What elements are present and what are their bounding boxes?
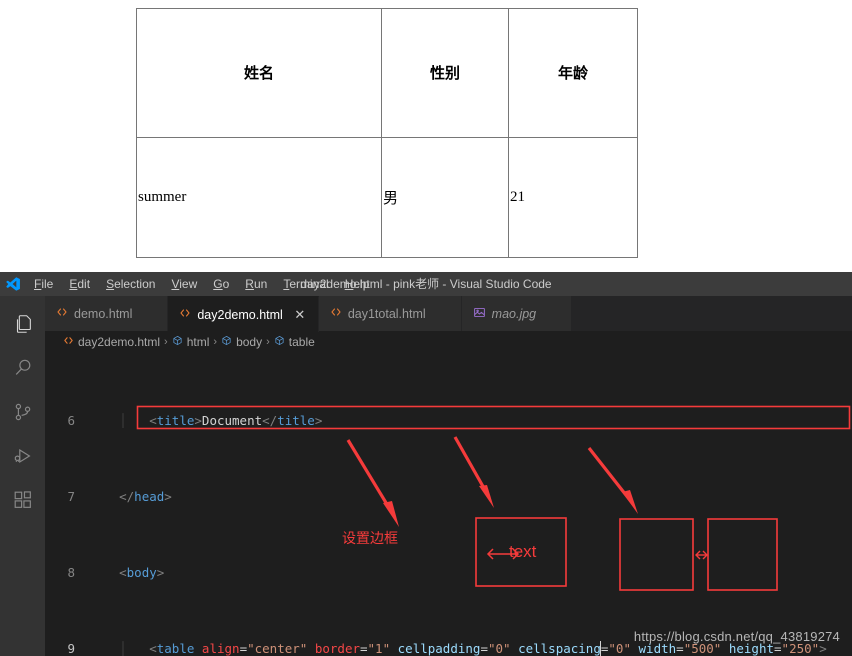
menu-edit[interactable]: Edit xyxy=(61,272,98,296)
tab-label: day1total.html xyxy=(347,306,426,321)
vscode-body: demo.html ✕ day2demo.html ✕ xyxy=(0,296,852,656)
editor-area: demo.html ✕ day2demo.html ✕ xyxy=(45,296,852,656)
symbol-icon xyxy=(172,335,183,349)
code-line: 7 </head> xyxy=(45,487,852,506)
menu-bar[interactable]: File Edit Selection View Go Run Terminal… xyxy=(26,272,377,296)
image-icon xyxy=(473,306,486,322)
html-icon xyxy=(56,306,68,321)
search-icon[interactable] xyxy=(0,346,45,390)
tab-day1total-html[interactable]: day1total.html ✕ xyxy=(318,296,462,331)
table-row: summer 男 21 xyxy=(136,136,638,259)
table-cell: summer xyxy=(136,136,382,259)
menu-file[interactable]: File xyxy=(26,272,61,296)
menu-help[interactable]: Help xyxy=(337,272,378,296)
rendered-table: 姓名 性别 年龄 summer 男 21 xyxy=(136,8,638,259)
table-header-cell: 姓名 xyxy=(136,8,382,138)
breadcrumb-item-html[interactable]: html xyxy=(172,335,210,349)
annotation-note-border: 设置边框 xyxy=(342,531,398,547)
vscode-logo-icon xyxy=(0,272,26,296)
activity-bar xyxy=(0,296,45,656)
line-content: </head> xyxy=(119,489,172,504)
tab-label: demo.html xyxy=(74,306,133,321)
breadcrumb-label: html xyxy=(186,335,210,349)
annotation-note-text: text xyxy=(509,542,537,561)
code-line: 8 <body> xyxy=(45,563,852,582)
breadcrumb-label: body xyxy=(236,335,263,349)
tab-mao-jpg[interactable]: mao.jpg ✕ xyxy=(461,296,573,331)
menu-go[interactable]: Go xyxy=(205,272,237,296)
table-header-cell: 性别 xyxy=(381,8,509,138)
table-cell: 男 xyxy=(381,136,509,259)
explorer-icon[interactable] xyxy=(0,302,45,346)
tab-day2demo-html[interactable]: day2demo.html ✕ xyxy=(168,296,319,332)
breadcrumb-item-body[interactable]: body xyxy=(221,335,262,349)
menu-selection[interactable]: Selection xyxy=(98,272,163,296)
extensions-icon[interactable] xyxy=(0,478,45,522)
tab-close-icon[interactable]: ✕ xyxy=(293,308,307,321)
table-header-cell: 年龄 xyxy=(508,8,638,138)
line-number: 9 xyxy=(67,641,75,656)
symbol-icon xyxy=(221,335,232,349)
breadcrumb-item-table[interactable]: table xyxy=(274,335,315,349)
line-content: │ <title>Document</title> xyxy=(119,413,323,428)
menu-run[interactable]: Run xyxy=(237,272,275,296)
symbol-icon xyxy=(274,335,285,349)
line-number: 7 xyxy=(67,489,75,504)
code-editor[interactable]: 6 │ <title>Document</title> 7 </head> 8 … xyxy=(45,353,852,656)
watermark: https://blog.csdn.net/qq_43819274 xyxy=(633,629,840,644)
breadcrumb-item-file[interactable]: day2demo.html xyxy=(63,335,160,349)
screenshot-root: 姓名 性别 年龄 summer 男 21 File Edit Selection… xyxy=(0,0,852,656)
tab-label: mao.jpg xyxy=(491,306,537,321)
run-and-debug-icon[interactable] xyxy=(0,434,45,478)
html-icon xyxy=(179,307,191,322)
tab-bar-filler xyxy=(572,296,852,331)
vscode-window: File Edit Selection View Go Run Terminal… xyxy=(0,272,852,656)
menu-terminal[interactable]: Terminal xyxy=(275,272,336,296)
line-number: 6 xyxy=(67,413,75,428)
table-header-row: 姓名 性别 年龄 xyxy=(136,8,638,138)
breadcrumb-label: table xyxy=(288,335,315,349)
tab-bar: demo.html ✕ day2demo.html ✕ xyxy=(45,296,852,332)
tab-label: day2demo.html xyxy=(197,307,283,322)
html-icon xyxy=(63,335,74,349)
source-control-icon[interactable] xyxy=(0,390,45,434)
line-number: 8 xyxy=(67,565,75,580)
table-cell: 21 xyxy=(508,136,638,259)
breadcrumb-separator: › xyxy=(164,336,168,348)
html-icon xyxy=(330,306,342,321)
rendered-html-output: 姓名 性别 年龄 summer 男 21 xyxy=(0,0,852,272)
line-content: <body> xyxy=(119,565,165,580)
breadcrumb-separator: › xyxy=(213,336,218,348)
code-line: 6 │ <title>Document</title> xyxy=(45,411,852,430)
menu-view[interactable]: View xyxy=(163,272,205,296)
tab-demo-html[interactable]: demo.html ✕ xyxy=(45,296,169,331)
breadcrumb: day2demo.html › html › body › table xyxy=(45,331,852,353)
breadcrumb-separator: › xyxy=(266,336,270,348)
breadcrumb-label: day2demo.html xyxy=(78,335,161,349)
title-bar: File Edit Selection View Go Run Terminal… xyxy=(0,272,852,296)
